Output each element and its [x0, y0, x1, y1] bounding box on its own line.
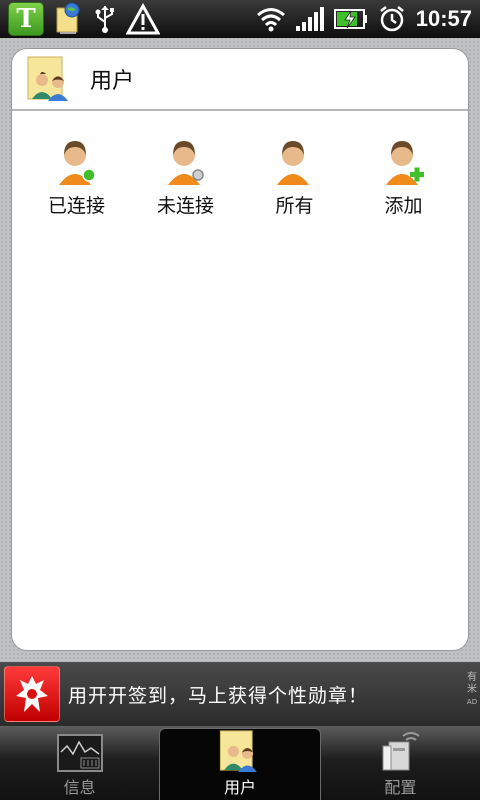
page-title: 用户	[90, 69, 135, 94]
tab-config[interactable]: 配置	[321, 726, 480, 800]
all-users-button[interactable]: 所有	[245, 137, 345, 218]
wifi-icon	[256, 6, 286, 32]
alarm-icon	[378, 5, 406, 33]
user-add-icon	[385, 141, 424, 185]
signal-icon	[295, 6, 324, 32]
tab-users[interactable]: 用户	[159, 728, 321, 800]
battery-charging-icon	[333, 8, 368, 30]
users-panel: 用户 已连接 未连接 所有 添加	[11, 48, 469, 651]
panel-header: 用户	[12, 49, 468, 111]
user-connected-icon	[58, 141, 96, 185]
connected-users-button[interactable]: 已连接	[27, 137, 127, 218]
user-icon	[276, 141, 309, 185]
tab-info[interactable]: 信息	[0, 726, 159, 800]
ad-logo-icon	[4, 666, 60, 722]
ad-mark-char: AD	[466, 698, 478, 706]
ad-text: 用开开签到，马上获得个性勋章！	[68, 684, 369, 707]
ad-mark-char: 有	[467, 672, 477, 683]
action-label: 所有	[275, 195, 314, 217]
tab-label: 配置	[384, 778, 417, 797]
users-icon	[26, 55, 74, 103]
usb-icon	[94, 4, 116, 34]
clock-time: 10:57	[415, 6, 472, 31]
action-label: 已连接	[47, 195, 105, 217]
router-config-icon	[382, 732, 420, 771]
ad-mark: 有 米 AD	[466, 672, 478, 708]
action-label: 未连接	[156, 195, 214, 217]
users-icon	[219, 730, 257, 772]
warning-icon	[126, 3, 160, 35]
ad-banner[interactable]: 用开开签到，马上获得个性勋章！ 有 米 AD	[0, 662, 480, 726]
status-left: T	[8, 2, 160, 36]
bottom-tab-bar: 信息 用户 配置	[0, 726, 480, 800]
action-label: 添加	[384, 195, 423, 217]
t-app-icon: T	[8, 2, 44, 36]
disconnected-users-button[interactable]: 未连接	[136, 137, 236, 218]
globe-app-icon	[54, 2, 84, 36]
user-disconnected-icon	[167, 141, 204, 185]
tab-label: 用户	[223, 778, 256, 797]
add-user-button[interactable]: 添加	[354, 137, 454, 218]
user-filter-actions: 已连接 未连接 所有 添加	[12, 111, 468, 218]
status-bar: T 10:57	[0, 0, 480, 38]
monitor-chart-icon	[56, 734, 103, 772]
status-right: 10:57	[256, 5, 472, 33]
tab-label: 信息	[63, 778, 96, 797]
ad-mark-char: 米	[467, 684, 477, 695]
